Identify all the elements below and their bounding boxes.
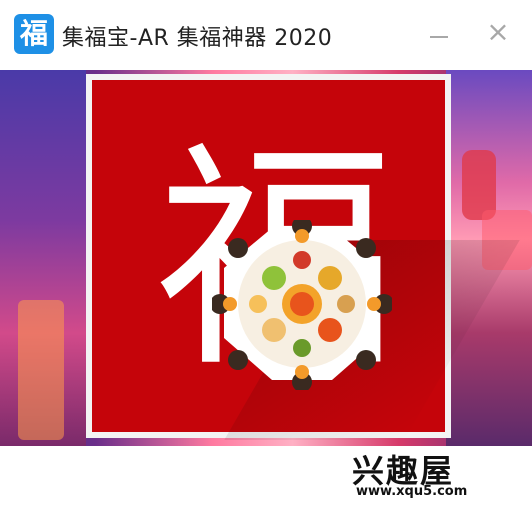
main-content: 福 xyxy=(0,70,532,446)
app-fu-icon: 福 xyxy=(14,14,54,54)
app-window: 福 集福宝-AR 集福神器 2020 × 福 xyxy=(0,0,532,510)
window-footer: 兴趣屋 www.xqu5.com xyxy=(0,446,532,510)
background-glow xyxy=(18,300,64,440)
minimize-icon xyxy=(430,36,448,38)
fu-card: 福 xyxy=(92,80,520,440)
minimize-button[interactable] xyxy=(424,22,454,50)
banquet-table-illustration xyxy=(212,220,392,390)
title-bar[interactable]: 福 集福宝-AR 集福神器 2020 × xyxy=(0,0,532,70)
window-title: 集福宝-AR 集福神器 2020 xyxy=(62,26,333,51)
background-left-scene xyxy=(0,70,86,446)
close-button[interactable]: × xyxy=(482,14,514,50)
close-icon: × xyxy=(486,15,510,48)
watermark-url: www.xqu5.com xyxy=(356,484,468,499)
